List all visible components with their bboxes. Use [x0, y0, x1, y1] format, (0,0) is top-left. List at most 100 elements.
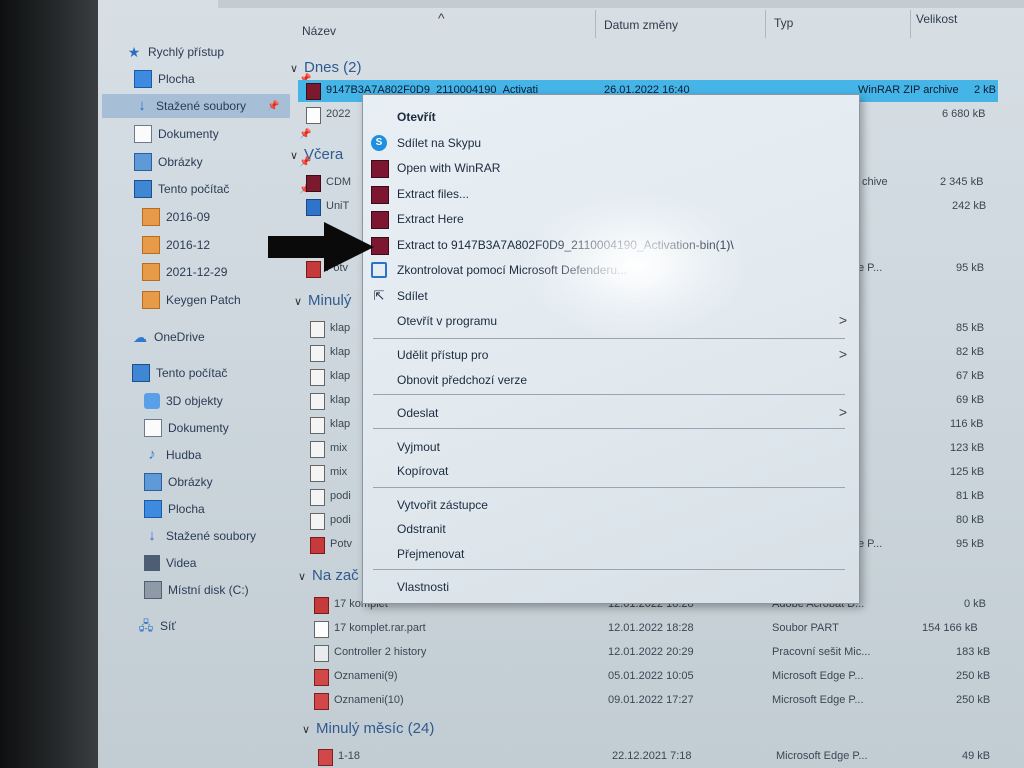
file-size: 116 kB [950, 418, 984, 430]
file-date: 12.01.2022 20:29 [608, 646, 694, 658]
nav-quick-access[interactable]: ★ Rychlý přístup [126, 40, 224, 64]
file-row[interactable]: 17 komplet.rar.part 12.01.2022 18:28 Sou… [308, 618, 998, 640]
file-row[interactable]: Oznameni(9) 05.01.2022 10:05 Microsoft E… [308, 666, 998, 688]
file-type: e P... [858, 262, 883, 274]
winrar-icon [371, 186, 389, 204]
menu-item-open-with[interactable]: Otevřít v programu > [363, 309, 859, 333]
nav-3d-objects[interactable]: 3D objekty [144, 389, 223, 413]
menu-label: Odstranit [397, 522, 446, 536]
menu-item-create-shortcut[interactable]: Vytvořit zástupce [363, 493, 859, 517]
menu-item-share[interactable]: ⇱ Sdílet [363, 284, 859, 308]
group-header-last-week[interactable]: ∨ Minulý [294, 292, 351, 309]
file-row[interactable]: 1-18 22.12.2021 7:18 Microsoft Edge P...… [312, 746, 998, 768]
menu-item-properties[interactable]: Vlastnosti [363, 575, 859, 599]
nav-downloads[interactable]: ↓ Stažené soubory 📌 [102, 94, 290, 118]
menu-item-cut[interactable]: Vyjmout [363, 435, 859, 459]
spreadsheet-icon [314, 645, 329, 662]
menu-item-copy[interactable]: Kopírovat [363, 459, 859, 483]
file-row[interactable]: Oznameni(10) 09.01.2022 17:27 Microsoft … [308, 690, 998, 712]
column-header-type[interactable]: Typ [774, 16, 793, 30]
edge-pdf-icon [314, 693, 329, 710]
menu-item-delete[interactable]: Odstranit [363, 517, 859, 541]
menu-separator [373, 487, 845, 488]
nav-folder-2021-12-29[interactable]: 2021-12-29 [142, 260, 227, 284]
file-name: CDM [326, 176, 352, 188]
nav-music[interactable]: ♪ Hudba [144, 443, 201, 467]
group-header-start-of-month[interactable]: ∨ Na zač [298, 567, 359, 584]
nav-label: OneDrive [154, 330, 205, 344]
nav-pc-documents[interactable]: Dokumenty [144, 416, 229, 440]
address-bar-edge [218, 0, 1024, 8]
column-header-size[interactable]: Velikost [916, 12, 957, 26]
chevron-down-icon: ∨ [302, 724, 311, 736]
file-date: 09.01.2022 17:27 [608, 694, 694, 706]
menu-item-restore-versions[interactable]: Obnovit předchozí verze [363, 368, 859, 392]
document-icon [144, 419, 162, 437]
menu-item-scan-defender[interactable]: Zkontrolovat pomocí Microsoft Defenderu.… [363, 258, 859, 282]
file-date: 12.01.2022 18:28 [608, 622, 694, 634]
file-size: 154 166 kB [922, 622, 978, 634]
menu-item-rename[interactable]: Přejmenovat [363, 542, 859, 566]
file-row[interactable]: Controller 2 history 12.01.2022 20:29 Pr… [308, 642, 998, 664]
nav-local-disk[interactable]: Místní disk (C:) [144, 578, 249, 602]
nav-folder-keygen-patch[interactable]: Keygen Patch [142, 288, 241, 312]
nav-desktop[interactable]: Plocha 📌 [134, 67, 311, 91]
file-type: chive [862, 176, 888, 188]
nav-label: Dokumenty [168, 421, 229, 435]
nav-pictures[interactable]: Obrázky 📌 [134, 150, 311, 174]
column-separator[interactable] [910, 10, 911, 38]
file-type: e P... [858, 538, 883, 550]
file-size: 85 kB [956, 322, 985, 334]
nav-pc-desktop[interactable]: Plocha [144, 497, 205, 521]
menu-label: Udělit přístup pro [397, 348, 489, 362]
pdf-icon [314, 597, 329, 614]
nav-label: Stažené soubory [156, 99, 247, 113]
black-arrow-pointer-icon [268, 222, 374, 272]
nav-this-pc[interactable]: Tento počítač [132, 361, 227, 385]
file-size: 49 kB [962, 750, 991, 762]
chevron-down-icon: ∨ [290, 150, 299, 162]
nav-network[interactable]: 🖧 Síť [138, 614, 176, 638]
column-separator[interactable] [765, 10, 766, 38]
file-name: Oznameni(9) [334, 670, 398, 682]
group-header-yesterday[interactable]: ∨ Včera [290, 146, 343, 163]
cloud-icon: ☁ [133, 329, 147, 345]
menu-item-open[interactable]: Otevřít [363, 105, 859, 129]
file-size: 125 kB [950, 466, 985, 478]
menu-item-extract-here[interactable]: Extract Here [363, 207, 859, 231]
nav-documents[interactable]: Dokumenty 📌 [134, 122, 311, 146]
nav-onedrive[interactable]: ☁ OneDrive [132, 325, 205, 349]
nav-this-pc-quick[interactable]: Tento počítač 📌 [134, 177, 311, 201]
menu-separator [373, 394, 845, 395]
group-header-today[interactable]: ∨ Dnes (2) [290, 59, 362, 76]
pdf-icon [310, 537, 325, 554]
menu-item-grant-access[interactable]: Udělit přístup pro > [363, 343, 859, 367]
nav-pc-downloads[interactable]: ↓ Stažené soubory [144, 524, 256, 548]
menu-item-open-winrar[interactable]: Open with WinRAR [363, 156, 859, 180]
column-header-name[interactable]: Název [302, 24, 336, 38]
nav-label: Místní disk (C:) [168, 583, 249, 597]
download-icon: ↓ [148, 527, 156, 544]
column-header-date[interactable]: Datum změny [604, 18, 678, 32]
menu-item-extract-files[interactable]: Extract files... [363, 182, 859, 206]
group-label: Minulý měsíc (24) [316, 720, 435, 737]
file-size: 250 kB [956, 694, 991, 706]
skype-icon: S [371, 135, 387, 151]
nav-videos[interactable]: Videa [144, 551, 196, 575]
menu-separator [373, 428, 845, 429]
nav-folder-2016-12[interactable]: 2016-12 [142, 233, 210, 257]
group-header-last-month[interactable]: ∨ Minulý měsíc (24) [302, 720, 434, 737]
file-size: 81 kB [956, 490, 985, 502]
file-type: WinRAR ZIP archive [858, 84, 959, 96]
menu-item-send-to[interactable]: Odeslat > [363, 401, 859, 425]
nav-label: Tento počítač [158, 182, 230, 196]
document-icon [134, 125, 152, 143]
edge-pdf-icon [318, 749, 333, 766]
menu-item-extract-to[interactable]: Extract to 9147B3A7A802F0D9_2110004190_A… [363, 233, 859, 257]
pin-icon: 📌 [299, 128, 312, 140]
menu-item-share-skype[interactable]: S Sdílet na Skypu [363, 131, 859, 155]
nav-pc-pictures[interactable]: Obrázky [144, 470, 213, 494]
nav-folder-2016-09[interactable]: 2016-09 [142, 205, 210, 229]
nav-label: Rychlý přístup [148, 45, 225, 59]
column-separator[interactable] [595, 10, 596, 38]
